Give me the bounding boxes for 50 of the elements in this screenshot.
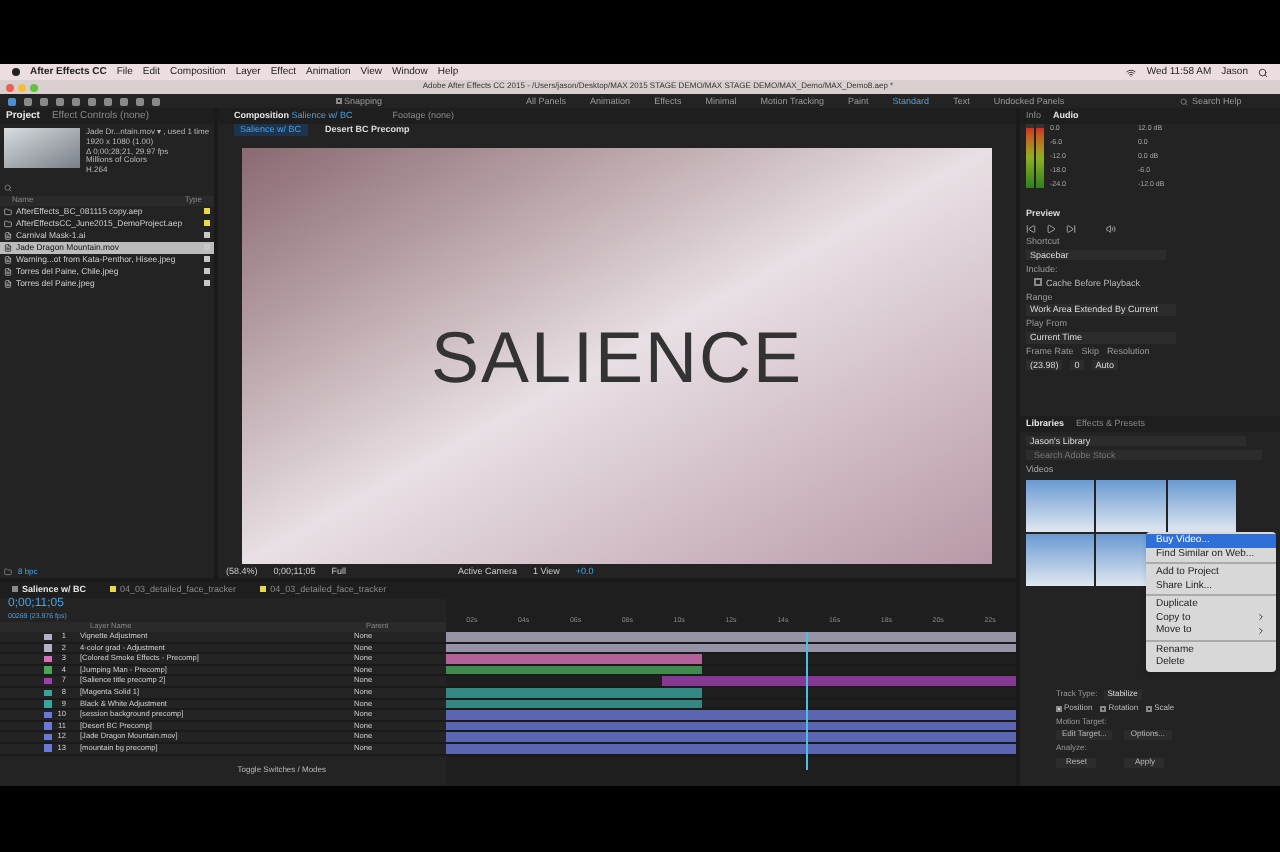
file-icon	[4, 231, 12, 240]
label-swatch[interactable]	[204, 256, 210, 263]
search-icon[interactable]	[4, 183, 12, 192]
layer-duration-bar[interactable]	[446, 665, 703, 675]
file-icon	[4, 243, 12, 252]
wifi-icon[interactable]	[1126, 67, 1137, 77]
photo-placeholder	[4, 128, 80, 168]
label-swatch[interactable]	[204, 280, 210, 287]
folder-icon[interactable]	[4, 568, 12, 576]
label-swatch[interactable]	[44, 700, 52, 708]
photo-placeholder[interactable]	[1026, 533, 1095, 586]
play-icon[interactable]	[1046, 223, 1056, 233]
label-swatch[interactable]	[44, 689, 52, 697]
photo-placeholder[interactable]	[1026, 479, 1095, 532]
label-swatch[interactable]	[44, 677, 52, 685]
label-swatch[interactable]	[44, 666, 52, 674]
label-swatch[interactable]	[204, 208, 210, 215]
layer-duration-bar[interactable]	[446, 721, 1016, 731]
checkbox[interactable]	[1146, 705, 1153, 712]
label-swatch[interactable]	[44, 644, 52, 652]
label-swatch[interactable]	[44, 633, 52, 641]
label-swatch[interactable]	[44, 744, 52, 752]
checkbox[interactable]	[336, 97, 342, 104]
photo-placeholder[interactable]	[1167, 479, 1236, 532]
checkbox[interactable]	[1034, 278, 1042, 287]
folder-icon	[4, 219, 12, 228]
checkbox[interactable]	[1056, 705, 1062, 712]
checkbox[interactable]	[1100, 705, 1107, 712]
label-swatch[interactable]	[204, 232, 210, 239]
file-icon	[4, 255, 12, 264]
label-swatch[interactable]	[44, 711, 52, 719]
last-frame-icon[interactable]	[1066, 223, 1076, 233]
layer-duration-bar[interactable]	[446, 687, 703, 698]
audio-icon[interactable]	[1106, 223, 1116, 233]
file-icon	[4, 267, 12, 276]
file-icon	[4, 279, 12, 288]
label-swatch[interactable]	[204, 220, 210, 227]
title-text: SALIENCE	[430, 313, 804, 400]
composition-viewer[interactable]: SALIENCE	[242, 148, 992, 565]
label-swatch[interactable]	[204, 268, 210, 275]
folder-icon	[4, 207, 12, 216]
layer-duration-bar[interactable]	[446, 643, 1016, 653]
search-icon	[1180, 97, 1188, 105]
layer-duration-bar[interactable]	[446, 699, 703, 709]
layer-duration-bar[interactable]	[446, 743, 1016, 754]
label-swatch[interactable]	[44, 733, 52, 741]
label-swatch[interactable]	[44, 722, 52, 730]
first-frame-icon[interactable]	[1026, 223, 1036, 233]
search-icon[interactable]	[1258, 67, 1268, 77]
label-swatch[interactable]	[44, 655, 52, 663]
